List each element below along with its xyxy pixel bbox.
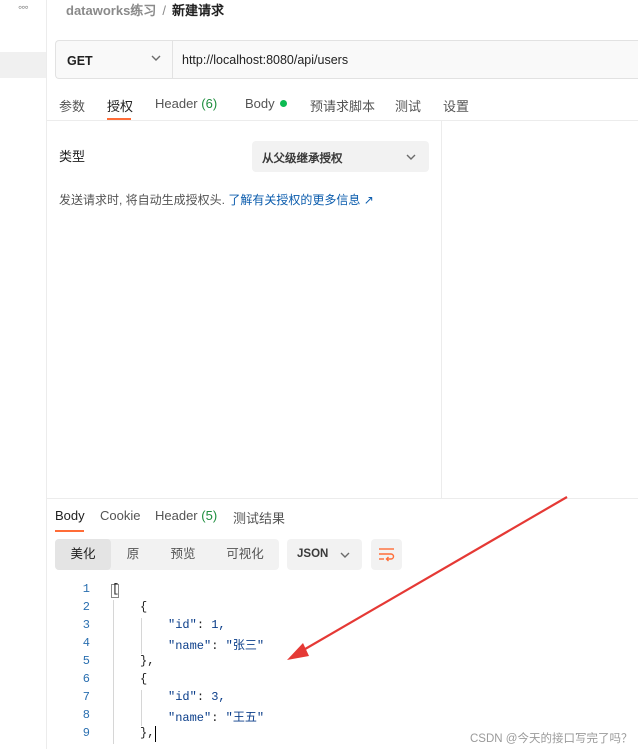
json-value: "张三" <box>225 639 265 653</box>
line-number: 9 <box>82 726 90 740</box>
tab-response-body[interactable]: Body <box>55 508 85 523</box>
tab-headers[interactable]: Header (6) <box>155 96 217 111</box>
sidebar-selected-item[interactable] <box>0 52 46 78</box>
tab-body-label: Body <box>245 96 275 111</box>
view-preview-button[interactable]: 预览 <box>155 539 211 570</box>
divider <box>47 120 638 121</box>
json-value: "王五" <box>225 711 265 725</box>
tab-response-headers[interactable]: Header (5) <box>155 508 217 523</box>
auth-type-value: 从父级继承授权 <box>262 153 343 165</box>
auth-type-label: 类型 <box>59 149 86 164</box>
json-key: "name" <box>168 639 212 653</box>
tab-body[interactable]: Body <box>245 96 287 111</box>
code-line: "name": "王五" <box>168 708 264 725</box>
indent-guide <box>141 618 142 654</box>
json-value: 1, <box>211 618 226 632</box>
code-line: [ <box>112 582 120 596</box>
indent-guide <box>141 690 142 726</box>
method-select[interactable]: GET <box>56 41 173 78</box>
tab-prerequest[interactable]: 预请求脚本 <box>310 96 375 115</box>
code-line: "name": "张三" <box>168 636 264 653</box>
active-tab-indicator <box>55 530 84 532</box>
tab-headers-label: Header <box>155 96 198 111</box>
breadcrumb-separator: / <box>162 3 166 18</box>
chevron-down-icon <box>340 552 350 558</box>
left-sidebar: ◦◦◦ <box>0 0 47 749</box>
code-line: }, <box>140 654 155 668</box>
wrap-lines-button[interactable] <box>371 539 402 570</box>
line-number: 3 <box>82 618 90 632</box>
url-bar: GET http://localhost:8080/api/users <box>55 40 638 79</box>
line-number: 7 <box>82 690 90 704</box>
view-raw-button[interactable]: 原 <box>111 539 155 570</box>
auth-learn-more-link[interactable]: 了解有关授权的更多信息 ↗ <box>228 193 373 207</box>
panel-divider <box>441 121 442 499</box>
format-select[interactable]: JSON <box>287 539 362 570</box>
url-input[interactable]: http://localhost:8080/api/users <box>182 53 348 67</box>
wrap-lines-icon <box>379 548 395 562</box>
chevron-down-icon <box>151 55 161 61</box>
indent-guide <box>113 600 114 744</box>
json-colon: : <box>211 711 226 725</box>
format-value: JSON <box>297 548 329 560</box>
request-title[interactable]: 新建请求 <box>172 3 224 18</box>
tab-params[interactable]: 参数 <box>59 96 85 115</box>
code-line: { <box>140 672 148 686</box>
code-line: }, <box>140 726 155 740</box>
tab-response-headers-label: Header <box>155 508 198 523</box>
code-line: "id": 1, <box>168 618 226 632</box>
code-line: { <box>140 600 148 614</box>
json-value: 3, <box>211 690 226 704</box>
line-number: 1 <box>82 582 90 596</box>
json-colon: : <box>211 639 226 653</box>
tab-test-results[interactable]: 测试结果 <box>233 508 285 527</box>
json-key: "id" <box>168 690 197 704</box>
view-visualize-button[interactable]: 可视化 <box>211 539 279 570</box>
response-view-switch: 美化 原 预览 可视化 <box>55 539 279 570</box>
chevron-down-icon <box>406 154 416 160</box>
tab-headers-count: (6) <box>201 96 218 111</box>
tab-tests[interactable]: 测试 <box>395 96 421 115</box>
code-line: "id": 3, <box>168 690 226 704</box>
tab-response-headers-count: (5) <box>201 508 218 523</box>
view-pretty-button[interactable]: 美化 <box>55 539 111 570</box>
response-body-editor[interactable]: 1 [2 {3 "id": 1, 4 "name": "张三" 5}, 6 {7 "id": 3,… <box>60 582 638 749</box>
method-value: GET <box>67 54 93 68</box>
line-number: 2 <box>82 600 90 614</box>
tab-auth[interactable]: 授权 <box>107 96 133 115</box>
line-number: 8 <box>82 708 90 722</box>
json-key: "name" <box>168 711 212 725</box>
auth-description-text: 发送请求时, 将自动生成授权头. <box>59 193 226 207</box>
watermark: CSDN @今天的接口写完了吗？ <box>470 733 633 745</box>
tab-settings[interactable]: 设置 <box>443 96 469 115</box>
auth-type-select[interactable]: 从父级继承授权 <box>252 141 429 172</box>
auth-description: 发送请求时, 将自动生成授权头. 了解有关授权的更多信息 ↗ <box>59 191 374 208</box>
json-key: "id" <box>168 618 197 632</box>
json-colon: : <box>196 618 212 632</box>
breadcrumb-workspace[interactable]: dataworks练习 <box>66 3 156 18</box>
tab-response-cookie[interactable]: Cookie <box>100 508 140 523</box>
more-options-icon[interactable]: ◦◦◦ <box>18 0 29 14</box>
breadcrumb: dataworks练习 / 新建请求 <box>66 0 224 18</box>
line-number: 4 <box>82 636 90 650</box>
body-indicator-dot-icon <box>279 100 287 107</box>
line-number: 6 <box>82 672 90 686</box>
line-number: 5 <box>82 654 90 668</box>
text-cursor <box>155 726 156 742</box>
response-divider <box>47 498 638 499</box>
json-colon: : <box>196 690 212 704</box>
